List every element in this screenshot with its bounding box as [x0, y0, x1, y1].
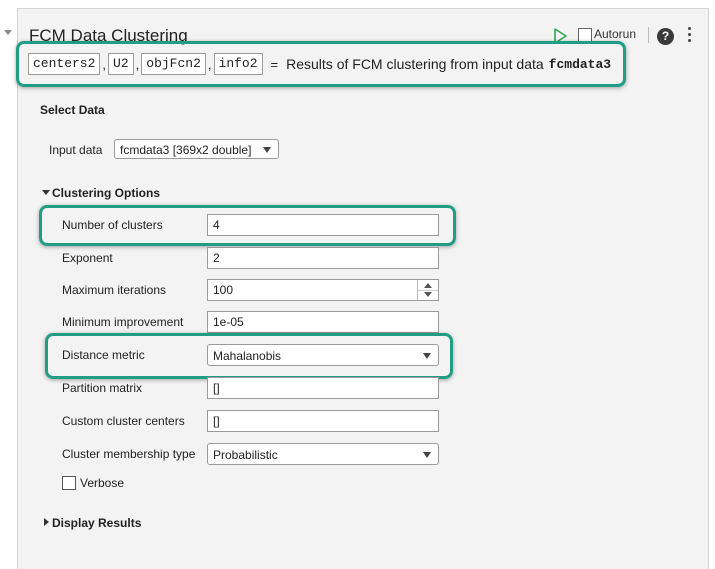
spinner-buttons[interactable]	[417, 280, 438, 300]
select-data-heading: Select Data	[40, 103, 105, 117]
collapse-caret-icon[interactable]	[4, 30, 12, 35]
min-improvement-input[interactable]: 1e-05	[207, 311, 439, 333]
max-iterations-stepper[interactable]: 100	[207, 279, 439, 301]
input-data-label: Input data	[49, 143, 103, 157]
verbose-label: Verbose	[80, 476, 125, 490]
custom-centers-label: Custom cluster centers	[62, 414, 185, 428]
toolbar-separator	[648, 27, 649, 43]
partition-matrix-input[interactable]: []	[207, 377, 439, 399]
input-data-value: fcmdata3 [369x2 double]	[120, 143, 252, 157]
chevron-down-icon[interactable]	[424, 292, 432, 297]
max-iterations-label: Maximum iterations	[62, 283, 167, 297]
membership-type-label: Cluster membership type	[62, 447, 196, 461]
max-iterations-value: 100	[213, 283, 234, 297]
section-expand-icon[interactable]	[42, 190, 50, 195]
input-data-dropdown[interactable]: fcmdata3 [369x2 double]	[114, 139, 279, 159]
clustering-options-heading[interactable]: Clustering Options	[52, 186, 160, 200]
membership-type-value: Probabilistic	[213, 448, 278, 462]
highlight-code-line	[16, 41, 626, 87]
more-options-icon[interactable]	[688, 27, 692, 45]
autorun-label: Autorun	[594, 27, 637, 41]
custom-centers-input[interactable]: []	[207, 410, 439, 432]
exponent-input[interactable]: 2	[207, 247, 439, 269]
display-results-heading[interactable]: Display Results	[52, 516, 141, 530]
chevron-up-icon[interactable]	[424, 283, 432, 288]
min-improvement-label: Minimum improvement	[62, 315, 184, 329]
autorun-checkbox[interactable]	[578, 28, 592, 42]
verbose-checkbox[interactable]	[62, 476, 76, 490]
partition-matrix-label: Partition matrix	[62, 381, 143, 395]
exponent-label: Exponent	[62, 251, 113, 265]
help-icon[interactable]: ?	[657, 28, 674, 45]
chevron-down-icon	[423, 452, 431, 458]
section-collapse-icon[interactable]	[44, 518, 49, 526]
highlight-distance-metric	[45, 333, 453, 379]
chevron-down-icon	[263, 147, 271, 153]
highlight-num-clusters	[39, 205, 456, 246]
membership-type-dropdown[interactable]: Probabilistic	[207, 443, 439, 465]
